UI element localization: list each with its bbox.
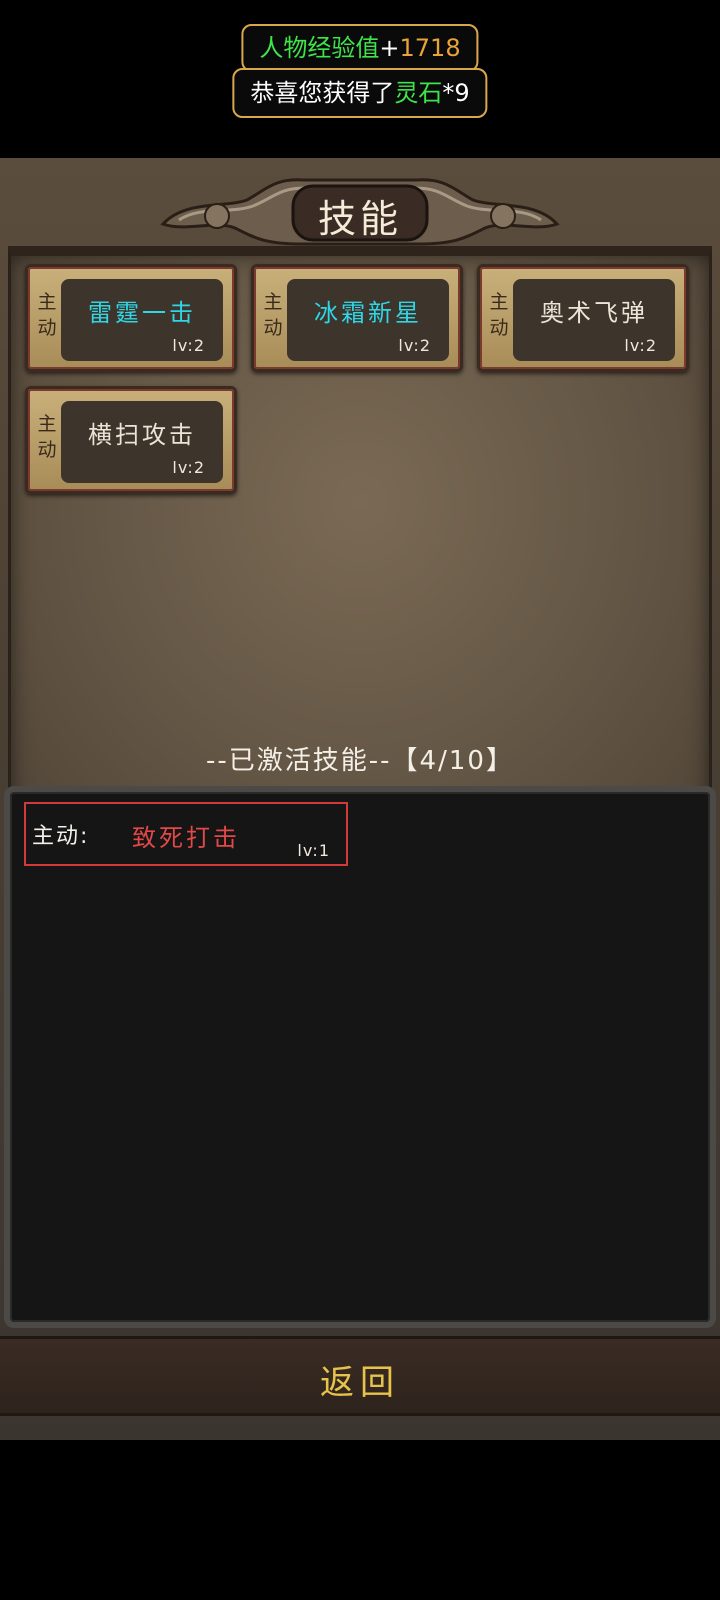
activated-skill-name: 致死打击 — [132, 824, 240, 852]
reward-suffix: *9 — [442, 79, 470, 107]
skill-name: 奥术飞弹 — [540, 299, 648, 327]
skill-grid: 主动 雷霆一击 lv:2 主动 冰霜新星 lv:2 主动 奥术飞弹 lv:2 主… — [8, 246, 712, 874]
skill-card-frost-nova[interactable]: 主动 冰霜新星 lv:2 — [251, 264, 463, 372]
skill-level: lv:2 — [172, 458, 205, 477]
exp-gain-notice: 人物经验值+1718 — [241, 24, 479, 72]
skill-name-panel: 冰霜新星 lv:2 — [287, 279, 449, 361]
exp-plus: + — [379, 34, 400, 62]
skill-name: 雷霆一击 — [88, 299, 196, 327]
skills-panel: 主动 雷霆一击 lv:2 主动 冰霜新星 lv:2 主动 奥术飞弹 lv:2 主… — [0, 158, 720, 1440]
skill-type-label: 主动 — [489, 291, 509, 339]
reward-notice: 恭喜您获得了灵石*9 — [232, 68, 488, 118]
skill-type-label: 主动 — [37, 291, 57, 339]
activated-skill-mortal-strike[interactable]: 主动: 致死打击 lv:1 — [24, 802, 348, 866]
skills-screen: 人物经验值+1718 恭喜您获得了灵石*9 主动 雷霆一击 lv:2 主动 冰霜… — [0, 0, 720, 1600]
skill-card-thunder-strike[interactable]: 主动 雷霆一击 lv:2 — [25, 264, 237, 372]
activated-skills-list: 主动: 致死打击 lv:1 — [4, 786, 716, 1328]
skill-name: 冰霜新星 — [314, 299, 422, 327]
reward-prefix: 恭喜您获得了 — [250, 79, 395, 107]
skill-level: lv:2 — [624, 336, 657, 355]
skill-type-label: 主动 — [37, 413, 57, 461]
panel-title: 技能 — [317, 197, 402, 241]
activated-skill-level: lv:1 — [297, 841, 330, 860]
skill-card-arcane-missile[interactable]: 主动 奥术飞弹 lv:2 — [477, 264, 689, 372]
skill-level: lv:2 — [398, 336, 431, 355]
skill-card-sweep-attack[interactable]: 主动 横扫攻击 lv:2 — [25, 386, 237, 494]
skill-name-panel: 雷霆一击 lv:2 — [61, 279, 223, 361]
skill-name-panel: 横扫攻击 lv:2 — [61, 401, 223, 483]
skill-name-panel: 奥术飞弹 lv:2 — [513, 279, 675, 361]
exp-label: 人物经验值 — [259, 34, 380, 62]
reward-item: 灵石 — [394, 79, 443, 107]
title-plaque: 技能 — [155, 170, 565, 252]
activated-skills-header: --已激活技能--【4/10】 — [206, 746, 514, 776]
back-button-label: 返回 — [320, 1363, 400, 1403]
skill-name: 横扫攻击 — [88, 421, 196, 449]
exp-value: 1718 — [399, 34, 461, 62]
back-button[interactable]: 返回 — [0, 1336, 720, 1416]
activated-skill-type: 主动: — [32, 824, 90, 849]
skill-type-label: 主动 — [263, 291, 283, 339]
skill-level: lv:2 — [172, 336, 205, 355]
